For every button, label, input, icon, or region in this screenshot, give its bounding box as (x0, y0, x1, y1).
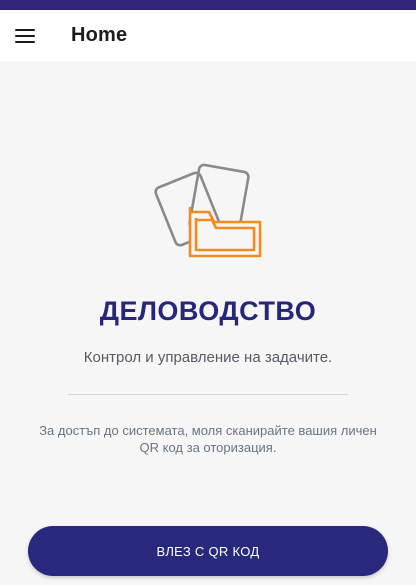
app-name: ДЕЛОВОДСТВО (99, 296, 317, 326)
app-bar: Home (0, 10, 416, 61)
hamburger-menu-icon[interactable] (15, 28, 35, 43)
login-qr-button[interactable]: ВЛЕЗ С QR КОД (28, 526, 388, 576)
instruction-text: За достъп до системата, моля сканирайте … (39, 423, 377, 455)
divider (68, 394, 348, 395)
tagline: Контрол и управление на задачите. (83, 349, 333, 366)
status-bar (0, 0, 416, 10)
app-bar-title: Home (71, 24, 128, 46)
documents-folder-icon (154, 163, 262, 258)
